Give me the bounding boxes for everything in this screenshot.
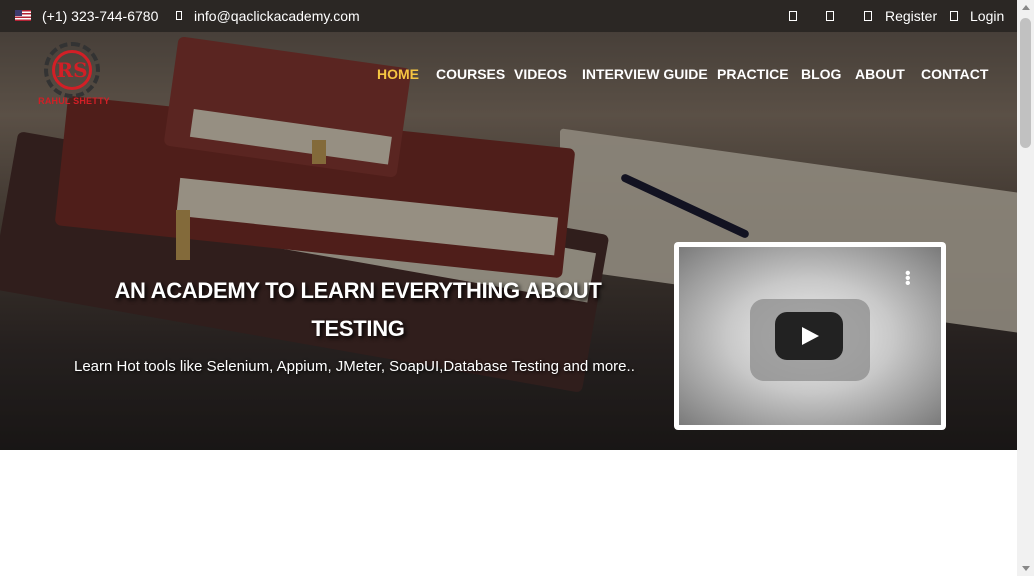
logo-name: RAHUL SHETTY xyxy=(38,96,110,106)
play-icon xyxy=(802,327,819,345)
hero-subtitle: Learn Hot tools like Selenium, Appium, J… xyxy=(74,358,635,375)
nav-blog[interactable]: BLOG xyxy=(801,66,841,82)
headline-line-2: TESTING xyxy=(311,316,405,341)
login-icon xyxy=(950,11,958,21)
mail-icon xyxy=(176,11,182,20)
hero-banner: RS RAHUL SHETTY HOME COURSES VIDEOS INTE… xyxy=(0,32,1017,450)
nav-courses[interactable]: COURSES xyxy=(436,66,505,82)
nav-about[interactable]: ABOUT xyxy=(855,66,905,82)
hero-headline: AN ACADEMY TO LEARN EVERYTHING ABOUT TES… xyxy=(106,272,610,348)
video-thumbnail[interactable]: • • • xyxy=(679,247,941,425)
phone-number: (+1) 323-744-6780 xyxy=(42,8,159,24)
nav-contact[interactable]: CONTACT xyxy=(921,66,988,82)
login-link[interactable]: Login xyxy=(970,8,1004,24)
scrollbar-thumb[interactable] xyxy=(1020,18,1031,148)
nav-practice[interactable]: PRACTICE xyxy=(717,66,789,82)
us-flag-icon xyxy=(15,10,31,21)
nav-interview-guide[interactable]: INTERVIEW GUIDE xyxy=(582,66,708,82)
register-link[interactable]: Register xyxy=(885,8,937,24)
email-address[interactable]: info@qaclickacademy.com xyxy=(194,8,360,24)
social-icon[interactable] xyxy=(789,11,797,21)
nav-videos[interactable]: VIDEOS xyxy=(514,66,567,82)
social-icon[interactable] xyxy=(826,11,834,21)
register-icon xyxy=(864,11,872,21)
video-player[interactable]: • • • xyxy=(674,242,946,430)
headline-line-1: AN ACADEMY TO LEARN EVERYTHING ABOUT xyxy=(114,278,602,303)
scroll-up-icon[interactable] xyxy=(1022,5,1030,10)
more-vertical-icon[interactable]: • • • xyxy=(905,266,911,292)
page-scrollbar[interactable] xyxy=(1017,0,1034,576)
nav-home[interactable]: HOME xyxy=(377,66,419,82)
site-logo[interactable]: RS RAHUL SHETTY xyxy=(38,42,110,112)
logo-mark: RS xyxy=(52,50,92,90)
play-button[interactable] xyxy=(775,312,843,360)
scroll-down-icon[interactable] xyxy=(1022,566,1030,571)
top-bar: (+1) 323-744-6780 info@qaclickacademy.co… xyxy=(0,0,1017,32)
